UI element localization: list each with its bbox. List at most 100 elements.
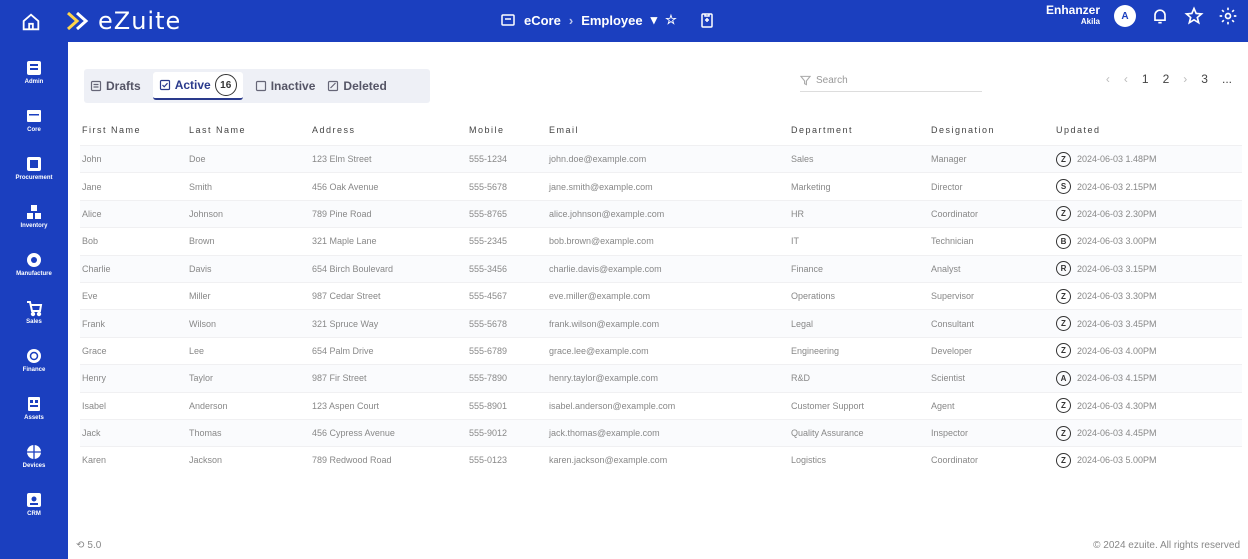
sidebar-item-manufacture[interactable]: Manufacture xyxy=(0,251,68,293)
avatar[interactable]: A xyxy=(1114,5,1136,27)
search-input[interactable]: Search xyxy=(800,69,982,92)
sidebar-item-admin[interactable]: Admin xyxy=(0,59,68,101)
tab-inactive[interactable]: Inactive xyxy=(255,73,316,99)
table-cell-address: 456 Oak Avenue xyxy=(310,172,467,201)
table-cell-email: grace.lee@example.com xyxy=(547,336,789,365)
table-cell-updated: Z 2024-06-03 1.48PM xyxy=(1054,144,1242,173)
table-row[interactable]: Bob Brown 321 Maple Lane 555-2345 bob.brown@… xyxy=(80,227,1242,256)
home-icon[interactable] xyxy=(20,11,42,33)
table-row[interactable]: John Doe 123 Elm Street 555-1234 john.doe@ex… xyxy=(80,144,1242,173)
table-row[interactable]: Henry Taylor 987 Fir Street 555-7890 henry.t… xyxy=(80,364,1242,393)
table-row[interactable]: Eve Miller 987 Cedar Street 555-4567 eve.mil… xyxy=(80,281,1242,310)
brand[interactable]: eZuite xyxy=(66,7,181,35)
table-cell-mobile: 555-4567 xyxy=(467,281,547,310)
updated-timestamp: 2024-06-03 2.15PM xyxy=(1077,181,1157,192)
breadcrumb-item-employee[interactable]: Employee xyxy=(581,13,642,28)
table-row[interactable]: Jane Smith 456 Oak Avenue 555-5678 jane.smit… xyxy=(80,172,1242,201)
table-row[interactable]: Jack Thomas 456 Cypress Avenue 555-9012 jack… xyxy=(80,418,1242,447)
user-badge: Z xyxy=(1056,425,1071,441)
tab-label: Active xyxy=(174,78,211,92)
updated-timestamp: 2024-06-03 3.45PM xyxy=(1077,318,1157,329)
updated-info: Z 2024-06-03 3.30PM xyxy=(1056,288,1242,304)
user-badge: Z xyxy=(1056,288,1071,304)
status-tabs: Drafts Active 16 Inactive Deleted xyxy=(84,69,430,103)
table-row[interactable]: Alice Johnson 789 Pine Road 555-8765 alice.j… xyxy=(80,199,1242,228)
updated-timestamp: 2024-06-03 5.00PM xyxy=(1077,455,1157,466)
column-header-department[interactable]: Department xyxy=(789,115,929,146)
chevron-down-icon[interactable]: ▾ xyxy=(651,12,658,28)
clipboard-icon[interactable] xyxy=(699,12,715,28)
table-cell-updated: B 2024-06-03 3.00PM xyxy=(1054,227,1242,256)
gear-icon[interactable] xyxy=(1218,6,1238,26)
table-cell-address: 789 Pine Road xyxy=(310,199,467,228)
pager-page-2[interactable]: 2 xyxy=(1163,72,1170,86)
table-cell-address: 987 Cedar Street xyxy=(310,281,467,310)
tab-label: Deleted xyxy=(343,79,387,93)
column-header-address[interactable]: Address xyxy=(310,115,467,146)
table-row[interactable]: Grace Lee 654 Palm Drive 555-6789 grace.lee@… xyxy=(80,336,1242,365)
pager-prev[interactable]: ‹ xyxy=(1124,72,1128,86)
table-cell-updated: Z 2024-06-03 4.30PM xyxy=(1054,391,1242,420)
sidebar-item-sales[interactable]: Sales xyxy=(0,299,68,341)
column-header-designation[interactable]: Designation xyxy=(929,115,1054,146)
deleted-icon xyxy=(328,80,339,92)
table-row[interactable]: Karen Jackson 789 Redwood Road 555-0123 kare… xyxy=(80,446,1242,474)
pager-more[interactable]: ... xyxy=(1222,72,1232,86)
pager-page-3[interactable]: 3 xyxy=(1201,72,1208,86)
table-cell-designation: Consultant xyxy=(929,309,1054,338)
tab-drafts[interactable]: Drafts xyxy=(90,73,141,99)
sidebar-item-procurement[interactable]: Procurement xyxy=(0,155,68,197)
sidebar-item-core[interactable]: Core xyxy=(0,107,68,149)
tab-active[interactable]: Active 16 xyxy=(152,72,243,100)
pager-next[interactable]: › xyxy=(1183,72,1187,86)
sidebar-item-label: Manufacture xyxy=(16,271,52,277)
sidebar-item-label: Inventory xyxy=(20,223,48,229)
table-cell-address: 654 Palm Drive xyxy=(310,336,467,365)
column-header-last-name[interactable]: Last Name xyxy=(187,115,310,146)
copyright: © 2024 ezuite. All rights reserved xyxy=(1093,540,1240,551)
sidebar-item-finance[interactable]: Finance xyxy=(0,347,68,389)
user-badge: A xyxy=(1056,370,1071,386)
star-icon[interactable]: ☆ xyxy=(665,12,677,28)
table-cell-designation: Director xyxy=(929,172,1054,201)
pager-page-1[interactable]: 1 xyxy=(1142,72,1149,86)
bell-icon[interactable] xyxy=(1150,6,1170,26)
table-cell-designation: Coordinator xyxy=(929,446,1054,474)
sidebar-item-assets[interactable]: Assets xyxy=(0,395,68,437)
column-header-first-name[interactable]: First Name xyxy=(80,115,187,146)
table-cell-last: Anderson xyxy=(187,391,310,420)
updated-info: A 2024-06-03 4.15PM xyxy=(1056,370,1242,386)
tab-label: Inactive xyxy=(270,79,316,93)
tab-deleted[interactable]: Deleted xyxy=(327,73,387,99)
sidebar-item-inventory[interactable]: Inventory xyxy=(0,203,68,245)
sidebar-item-crm[interactable]: CRM xyxy=(0,491,68,533)
updated-info: B 2024-06-03 3.00PM xyxy=(1056,233,1242,249)
table-cell-designation: Inspector xyxy=(929,418,1054,447)
column-header-mobile[interactable]: Mobile xyxy=(467,115,547,146)
search-placeholder: Search xyxy=(816,74,848,86)
version-number: 5.0 xyxy=(87,540,102,551)
table-cell-updated: Z 2024-06-03 3.45PM xyxy=(1054,309,1242,338)
breadcrumb: eCore › Employee ▾ ☆ xyxy=(500,12,715,28)
breadcrumb-item-ecore[interactable]: eCore xyxy=(524,13,561,28)
cart-icon xyxy=(27,301,43,317)
table-cell-mobile: 555-8901 xyxy=(467,391,547,420)
table-row[interactable]: Isabel Anderson 123 Aspen Court 555-8901 isa… xyxy=(80,391,1242,420)
table-cell-dept: Sales xyxy=(789,144,929,173)
manufacture-icon xyxy=(27,253,41,267)
pager-first[interactable]: ‹ xyxy=(1106,72,1110,86)
table-row[interactable]: Charlie Davis 654 Birch Boulevard 555-3456 c… xyxy=(80,254,1242,283)
table-cell-mobile: 555-3456 xyxy=(467,254,547,283)
user-badge: Z xyxy=(1056,316,1071,332)
user-info[interactable]: Enhanzer Akila xyxy=(1046,4,1100,28)
pagination: ‹ ‹ 1 2 › 3 ... xyxy=(1106,72,1232,86)
updated-info: Z 2024-06-03 4.30PM xyxy=(1056,398,1242,414)
star-icon[interactable] xyxy=(1184,6,1204,26)
updated-timestamp: 2024-06-03 3.30PM xyxy=(1077,291,1157,302)
breadcrumb-separator: › xyxy=(568,12,574,28)
sidebar-item-devices[interactable]: Devices xyxy=(0,443,68,485)
table-cell-dept: Engineering xyxy=(789,336,929,365)
table-row[interactable]: Frank Wilson 321 Spruce Way 555-5678 frank.w… xyxy=(80,309,1242,338)
column-header-updated[interactable]: Updated xyxy=(1054,115,1242,146)
column-header-email[interactable]: Email xyxy=(547,115,789,146)
